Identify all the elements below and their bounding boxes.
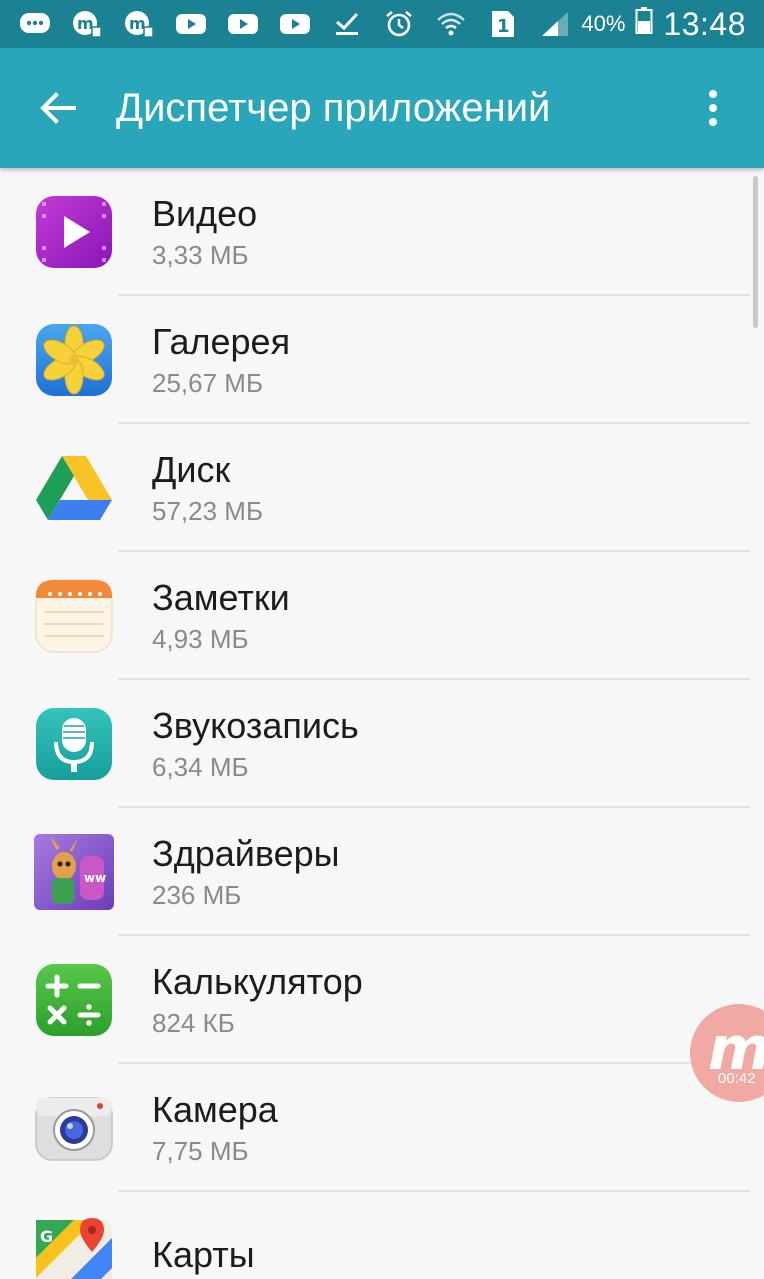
list-item-voice-recorder[interactable]: Звукозапись 6,34 МБ [0, 680, 764, 808]
app-name: Заметки [152, 577, 290, 618]
app-m-icon: m [70, 11, 104, 38]
zdraivery-app-icon: ww [34, 832, 114, 912]
page-title: Диспетчер приложений [116, 85, 551, 130]
battery-percent: 40% [581, 11, 626, 36]
svg-text:G: G [40, 1227, 53, 1246]
list-item-maps[interactable]: G Карты [0, 1192, 764, 1279]
more-vert-icon [709, 90, 717, 126]
youtube-icon [278, 11, 312, 37]
app-size: 6,34 МБ [152, 752, 249, 782]
download-done-icon [330, 11, 364, 37]
app-name: Видео [152, 193, 258, 234]
app-size: 25,67 МБ [152, 368, 264, 398]
more-options-button[interactable] [688, 78, 738, 138]
app-size: 824 КБ [152, 1008, 235, 1038]
recorder-timer: 00:42 [718, 1070, 756, 1087]
chat-bubble-icon [18, 11, 52, 37]
list-item-drive[interactable]: Диск 57,23 МБ [0, 424, 764, 552]
battery-icon [635, 6, 653, 42]
youtube-icon [174, 11, 208, 37]
app-list: Видео 3,33 МБ Галерея 25,67 МБ Диск 57,2… [0, 168, 764, 1279]
svg-text:m: m [129, 14, 146, 33]
notification-icons: m m 1 [18, 10, 581, 38]
list-item-gallery[interactable]: Галерея 25,67 МБ [0, 296, 764, 424]
app-name: Галерея [152, 321, 291, 362]
back-button[interactable] [28, 78, 88, 138]
app-name: Звукозапись [152, 705, 359, 746]
youtube-icon [226, 11, 260, 37]
list-item-video[interactable]: Видео 3,33 МБ [0, 168, 764, 296]
alarm-icon [382, 10, 416, 37]
voice-recorder-app-icon [34, 704, 114, 784]
svg-text:1: 1 [497, 16, 510, 37]
notes-app-icon [34, 576, 114, 656]
list-item-zdraivery[interactable]: ww Здрайверы 236 МБ [0, 808, 764, 936]
app-size: 236 МБ [152, 880, 242, 910]
app-size: 3,33 МБ [152, 240, 249, 270]
list-item-calculator[interactable]: Калькулятор 824 КБ [0, 936, 764, 1064]
sim-1-icon: 1 [486, 11, 520, 37]
app-name: Карты [152, 1234, 255, 1275]
app-name: Здрайверы [152, 833, 340, 874]
app-size: 4,93 МБ [152, 624, 249, 654]
app-name: Камера [152, 1089, 278, 1130]
video-app-icon [34, 192, 114, 272]
app-bar: Диспетчер приложений [0, 48, 764, 168]
drive-app-icon [34, 448, 114, 528]
app-name: Диск [152, 449, 231, 490]
svg-text:ww: ww [84, 871, 106, 885]
app-size: 7,75 МБ [152, 1136, 249, 1166]
app-name: Калькулятор [152, 961, 363, 1002]
app-m-icon: m [122, 11, 156, 38]
maps-app-icon: G [34, 1216, 114, 1279]
camera-app-icon [34, 1088, 114, 1168]
scrollbar[interactable] [753, 176, 758, 328]
list-item-camera[interactable]: Камера 7,75 МБ [0, 1064, 764, 1192]
list-item-notes[interactable]: Заметки 4,93 МБ [0, 552, 764, 680]
gallery-app-icon [34, 320, 114, 400]
calculator-app-icon [34, 960, 114, 1040]
clock: 13:48 [663, 5, 746, 42]
signal-icon [538, 11, 572, 37]
status-right: 40% 13:48 [581, 6, 746, 43]
arrow-back-icon [40, 92, 76, 124]
status-bar: m m 1 40% 13:48 [0, 0, 764, 48]
wifi-icon [434, 11, 468, 37]
svg-text:m: m [77, 14, 94, 33]
app-size: 57,23 МБ [152, 496, 264, 526]
